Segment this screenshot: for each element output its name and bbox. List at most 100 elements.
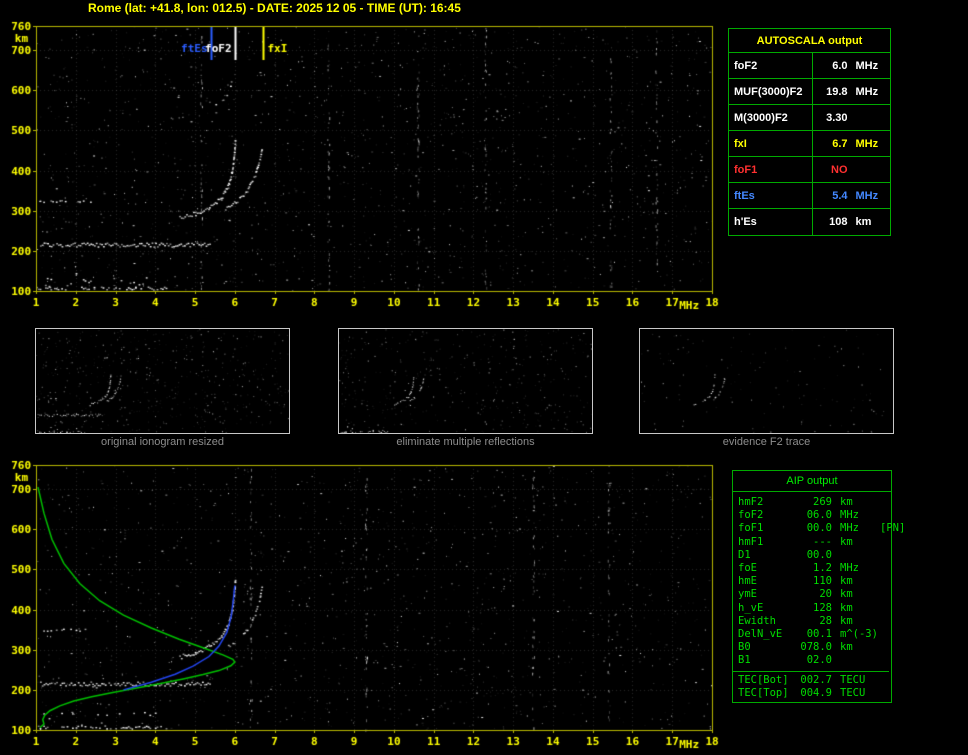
autoscala-param-value-cell: 3.30 [813,105,890,130]
page-title: Rome (lat: +41.8, lon: 012.5) - DATE: 20… [88,1,461,15]
aip-row: D100.0 [738,549,889,562]
aip-unit: MHz [832,522,878,535]
autoscala-param-value-cell: 108km [813,209,890,235]
aip-unit: MHz [832,562,878,575]
autoscala-row: M(3000)F23.30 [729,105,890,131]
autoscala-param-unit: km [852,216,891,228]
autoscala-param-label: M(3000)F2 [729,105,813,130]
aip-val: 1.2 [796,562,832,575]
aip-label: foF2 [738,509,796,522]
thumbnail-original-ionogram-canvas [36,329,289,433]
aip-label: Ewidth [738,615,796,628]
aip-note [878,628,889,641]
aip-row: foE1.2MHz [738,562,889,575]
autoscala-row: ftEs5.4MHz [729,183,890,209]
aip-row: foF100.0MHz[PN] [738,522,889,535]
aip-label: ymE [738,588,796,601]
aip-row: B102.0 [738,654,889,667]
aip-note [878,602,889,615]
thumbnail-eliminate-reflections-canvas [339,329,592,433]
aip-label: hmF2 [738,496,796,509]
aip-label: hmE [738,575,796,588]
aip-label: TEC[Bot] [738,674,796,687]
autoscala-param-value-cell: 5.4MHz [813,183,890,208]
aip-note [878,588,889,601]
aip-val: 28 [796,615,832,628]
autoscala-param-unit: MHz [852,60,891,72]
aip-note [878,654,889,667]
aip-val: 20 [796,588,832,601]
aip-unit: TECU [832,674,878,687]
aip-row: hmF1---km [738,536,889,549]
autoscala-output-header: AUTOSCALA output [729,29,890,53]
aip-unit: TECU [832,687,878,700]
aip-val: 002.7 [796,674,832,687]
aip-val: 128 [796,602,832,615]
autoscala-param-label: fxI [729,131,813,156]
autoscala-param-value: 3.30 [813,112,852,124]
aip-unit: m^(-3) [832,628,878,641]
autoscala-param-value: 108 [813,216,852,228]
autoscala-row: foF1NO [729,157,890,183]
aip-row: ymE20km [738,588,889,601]
aip-val: --- [796,536,832,549]
autoscala-screen: Rome (lat: +41.8, lon: 012.5) - DATE: 20… [0,0,968,755]
autoscala-output-panel: AUTOSCALA output foF26.0MHzMUF(3000)F219… [728,28,891,236]
aip-row: B0078.0km [738,641,889,654]
aip-unit: km [832,536,878,549]
autoscala-param-unit: MHz [852,190,891,202]
aip-label: B0 [738,641,796,654]
aip-note [878,562,889,575]
aip-val: 078.0 [796,641,832,654]
recorded-ionogram-plot [0,16,724,316]
aip-label: B1 [738,654,796,667]
aip-row: hmE110km [738,575,889,588]
aip-label: hmF1 [738,536,796,549]
aip-label: foE [738,562,796,575]
aip-val: 269 [796,496,832,509]
autoscala-param-value-cell: 6.0MHz [813,53,890,78]
autoscala-param-label: foF2 [729,53,813,78]
aip-row: DelN_vE00.1m^(-3) [738,628,889,641]
aip-row: Ewidth28km [738,615,889,628]
autoscala-row: fxI6.7MHz [729,131,890,157]
aip-unit: km [832,588,878,601]
restored-ionogram-plot [0,455,724,755]
aip-note [878,575,889,588]
aip-note [878,549,889,562]
thumbnail-caption-evidence: evidence F2 trace [639,436,894,448]
aip-rows: hmF2269kmfoF206.0MHzfoF100.0MHz[PN]hmF1-… [733,492,891,702]
autoscala-param-value: 6.7 [813,138,852,150]
aip-output-panel: AIP output hmF2269kmfoF206.0MHzfoF100.0M… [732,470,892,703]
autoscala-row: foF26.0MHz [729,53,890,79]
aip-note [878,674,889,687]
aip-unit: km [832,641,878,654]
thumbnail-eliminate-reflections [338,328,593,434]
aip-row: hmF2269km [738,496,889,509]
aip-label: TEC[Top] [738,687,796,700]
aip-val: 06.0 [796,509,832,522]
autoscala-param-unit: MHz [852,86,891,98]
aip-divider [733,671,889,672]
autoscala-param-value-cell: 19.8MHz [813,79,890,104]
aip-tec-row: TEC[Bot]002.7TECU [738,674,889,687]
aip-note [878,687,889,700]
thumbnail-original-ionogram [35,328,290,434]
autoscala-param-value: 5.4 [813,190,852,202]
aip-note [878,536,889,549]
aip-val: 004.9 [796,687,832,700]
aip-label: foF1 [738,522,796,535]
aip-unit: km [832,602,878,615]
aip-note [878,496,889,509]
autoscala-param-label: h'Es [729,209,813,235]
autoscala-row: MUF(3000)F219.8MHz [729,79,890,105]
aip-unit [832,549,878,562]
autoscala-param-label: MUF(3000)F2 [729,79,813,104]
thumbnail-evidence-f2 [639,328,894,434]
aip-label: D1 [738,549,796,562]
autoscala-rows: foF26.0MHzMUF(3000)F219.8MHzM(3000)F23.3… [729,53,890,235]
aip-note [878,641,889,654]
autoscala-param-value: 19.8 [813,86,852,98]
aip-unit [832,654,878,667]
autoscala-param-value-cell: NO [813,157,890,182]
